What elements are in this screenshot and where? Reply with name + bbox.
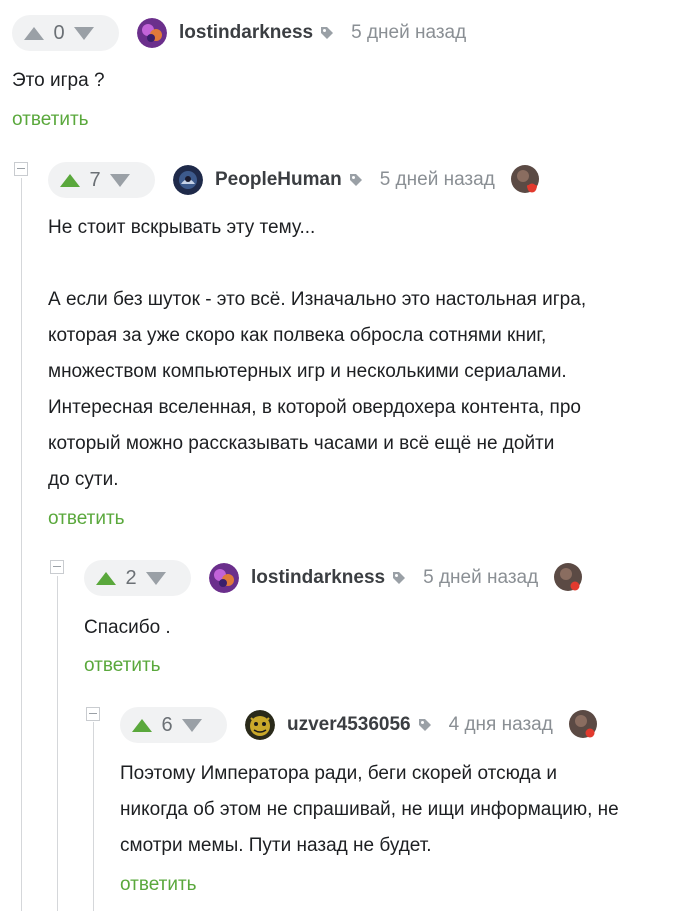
vote-widget: 7 <box>48 162 155 198</box>
comment-text: Поэтому Императора ради, беги скорей отс… <box>120 763 619 856</box>
collapse-icon[interactable] <box>86 707 100 721</box>
upvote-arrow-icon[interactable] <box>96 571 116 585</box>
author-name[interactable]: lostindarkness <box>179 22 313 44</box>
vote-widget: 2 <box>84 560 191 596</box>
thread-line <box>93 722 94 911</box>
reply-link[interactable]: ответить <box>84 655 161 677</box>
score: 2 <box>125 566 137 589</box>
avatar[interactable] <box>209 563 239 593</box>
collapse-icon[interactable] <box>50 560 64 574</box>
downvote-arrow-icon[interactable] <box>74 26 94 40</box>
upvote-arrow-icon[interactable] <box>24 26 44 40</box>
tag-icon[interactable] <box>392 571 406 585</box>
vote-widget: 6 <box>120 707 227 743</box>
timestamp[interactable]: 5 дней назад <box>380 169 495 191</box>
tag-icon[interactable] <box>320 26 334 40</box>
reply-link[interactable]: ответить <box>48 508 125 530</box>
author-name[interactable]: uzver4536056 <box>287 714 411 736</box>
heart-badge-icon[interactable] <box>554 563 584 593</box>
heart-badge-icon[interactable] <box>568 710 599 740</box>
thread-line <box>57 576 58 911</box>
timestamp[interactable]: 4 дня назад <box>449 714 553 736</box>
downvote-arrow-icon[interactable] <box>110 173 130 187</box>
tag-icon[interactable] <box>349 173 363 187</box>
avatar[interactable] <box>137 18 167 48</box>
downvote-arrow-icon[interactable] <box>146 571 166 585</box>
reply-link[interactable]: ответить <box>120 874 197 896</box>
score: 7 <box>89 168 101 191</box>
avatar[interactable] <box>173 165 203 195</box>
comment-text: Это игра ? <box>12 70 105 91</box>
timestamp[interactable]: 5 дней назад <box>351 22 466 44</box>
avatar[interactable] <box>245 710 275 740</box>
heart-badge-icon[interactable] <box>510 165 541 195</box>
vote-widget: 0 <box>12 15 119 51</box>
score: 6 <box>161 713 173 736</box>
downvote-arrow-icon[interactable] <box>182 718 202 732</box>
score: 0 <box>53 21 65 44</box>
comment-text: Не стоит вскрывать эту тему... А если бе… <box>48 217 587 490</box>
timestamp[interactable]: 5 дней назад <box>423 567 538 589</box>
upvote-arrow-icon[interactable] <box>60 173 80 187</box>
tag-icon[interactable] <box>418 718 432 732</box>
thread-line <box>21 178 22 911</box>
author-name[interactable]: lostindarkness <box>251 567 385 589</box>
upvote-arrow-icon[interactable] <box>132 718 152 732</box>
reply-link[interactable]: ответить <box>12 109 89 131</box>
author-name[interactable]: PeopleHuman <box>215 169 342 191</box>
collapse-icon[interactable] <box>14 162 28 176</box>
comment-text: Спасибо . <box>84 617 171 638</box>
